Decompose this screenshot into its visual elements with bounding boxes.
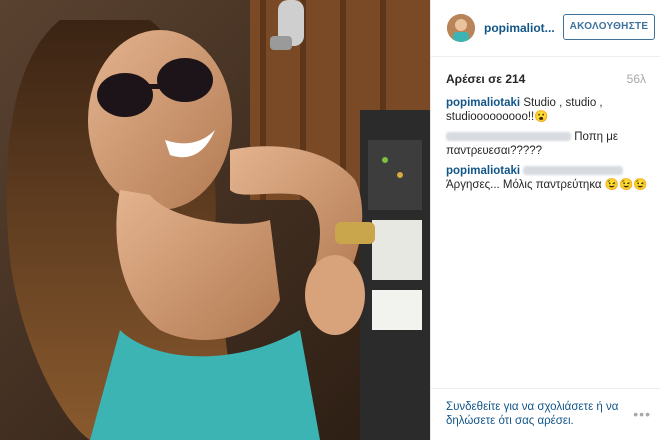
comment-text: Άργησες... Μόλις παντρεύτηκα 😉😉😉 — [446, 179, 648, 191]
side-panel: popimaliot... ΑΚΟΛΟΥΘΗΣΤΕ Αρέσει σε 214 … — [430, 0, 660, 440]
post-header: popimaliot... ΑΚΟΛΟΥΘΗΣΤΕ — [431, 0, 660, 57]
follow-button[interactable]: ΑΚΟΛΟΥΘΗΣΤΕ — [563, 14, 655, 40]
comment-item: Ποπη με παντρευεσαι????? — [446, 130, 651, 158]
comment-item: popimaliotaki Άργησες... Μόλις παντρεύτη… — [446, 164, 651, 192]
photo-illustration — [0, 0, 430, 440]
more-options-icon[interactable]: ••• — [633, 406, 651, 422]
avatar[interactable] — [447, 14, 475, 42]
instagram-post: popimaliot... ΑΚΟΛΟΥΘΗΣΤΕ Αρέσει σε 214 … — [0, 0, 660, 440]
login-prompt[interactable]: Συνδεθείτε για να σχολιάσετε ή να δηλώσε… — [446, 400, 651, 428]
comment-item: popimaliotaki Studio , studio , studiooo… — [446, 96, 651, 124]
blurred-username — [446, 132, 571, 142]
comment-username[interactable]: popimaliotaki — [446, 97, 520, 109]
profile-avatar-icon — [447, 14, 475, 42]
blurred-mention — [523, 166, 624, 176]
post-time[interactable]: 56λ — [627, 72, 646, 86]
username[interactable]: popimaliot... — [484, 21, 555, 35]
divider — [431, 388, 660, 389]
likes-count[interactable]: Αρέσει σε 214 — [446, 72, 525, 86]
comments-list: popimaliotaki Studio , studio , studiooo… — [446, 96, 651, 198]
comment-username[interactable]: popimaliotaki — [446, 165, 520, 177]
post-photo[interactable] — [0, 0, 430, 440]
likes-row: Αρέσει σε 214 56λ — [446, 72, 646, 88]
